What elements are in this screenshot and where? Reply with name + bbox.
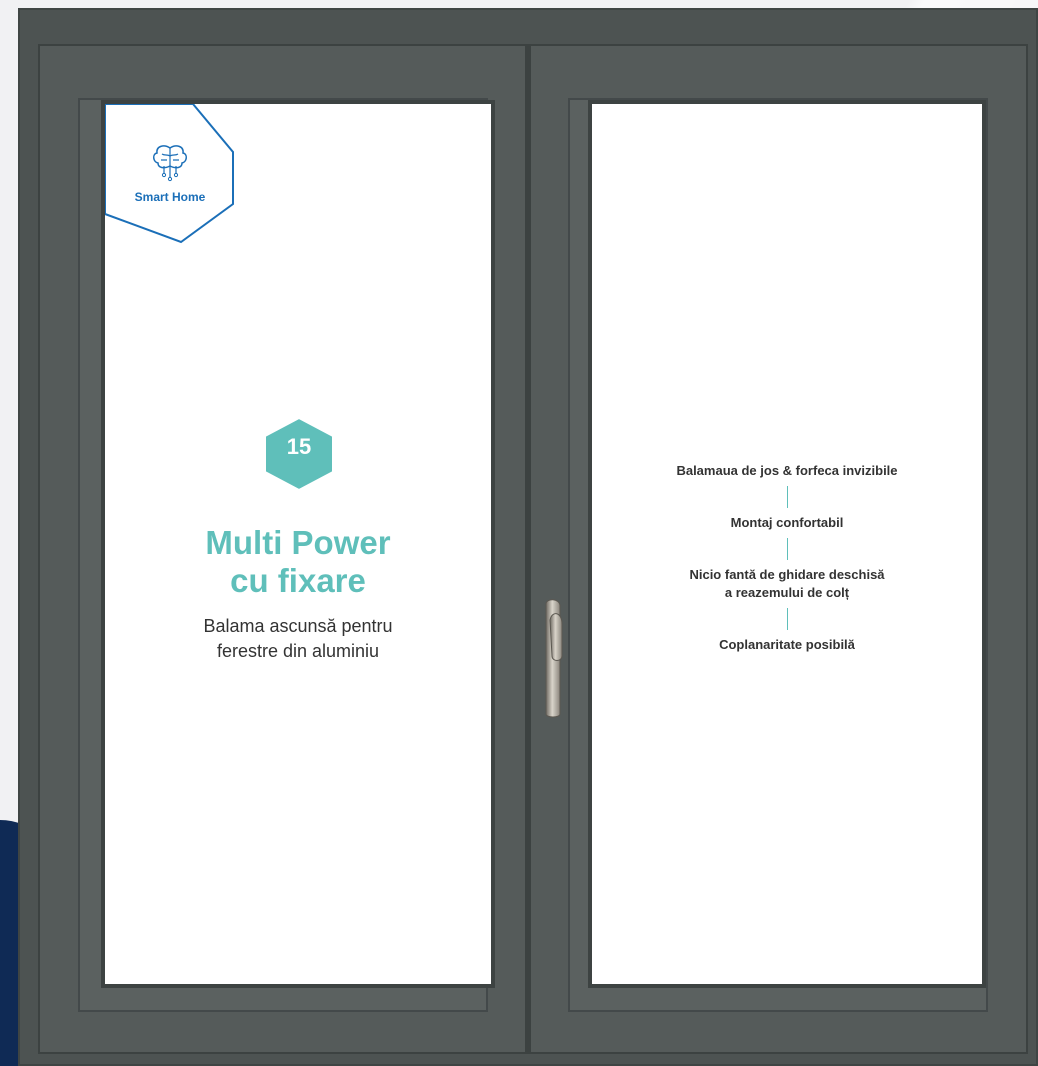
right-glass-panel: Balamaua de jos & forfeca invizibile Mon…: [592, 104, 982, 984]
smart-home-badge: Smart Home: [104, 103, 235, 249]
product-subtitle: Balama ascunsă pentru ferestre din alumi…: [105, 614, 491, 664]
feature-connector: [786, 486, 788, 508]
feature-list: Balamaua de jos & forfeca invizibile Mon…: [592, 462, 982, 654]
badge-label: Smart Home: [134, 190, 206, 204]
feature-item: Nicio fantă de ghidare deschisă a reazem…: [592, 566, 982, 602]
left-glass-panel: Smart Home 15 Multi Power cu fixare Bala…: [104, 103, 491, 984]
product-title: Multi Power cu fixare: [105, 524, 491, 600]
feature-connector: [786, 608, 788, 630]
product-subtitle-line1: Balama ascunsă pentru: [203, 616, 393, 636]
feature-item-line2: a reazemului de colț: [724, 585, 850, 600]
product-title-line1: Multi Power: [205, 524, 391, 561]
product-subtitle-line2: ferestre din aluminiu: [216, 641, 380, 661]
product-title-line2: cu fixare: [230, 562, 366, 599]
brain-circuit-icon: [153, 145, 187, 182]
feature-item: Montaj confortabil: [730, 515, 844, 530]
window-handle[interactable]: [540, 596, 566, 718]
feature-item-line1: Nicio fantă de ghidare deschisă: [689, 567, 885, 582]
window-frame: Smart Home 15 Multi Power cu fixare Bala…: [18, 8, 1038, 1066]
feature-connector: [786, 538, 788, 560]
feature-item: Balamaua de jos & forfeca invizibile: [676, 463, 898, 478]
product-number: 15: [286, 434, 312, 459]
center-mullion: [525, 44, 531, 1054]
feature-item: Coplanaritate posibilă: [719, 637, 855, 652]
